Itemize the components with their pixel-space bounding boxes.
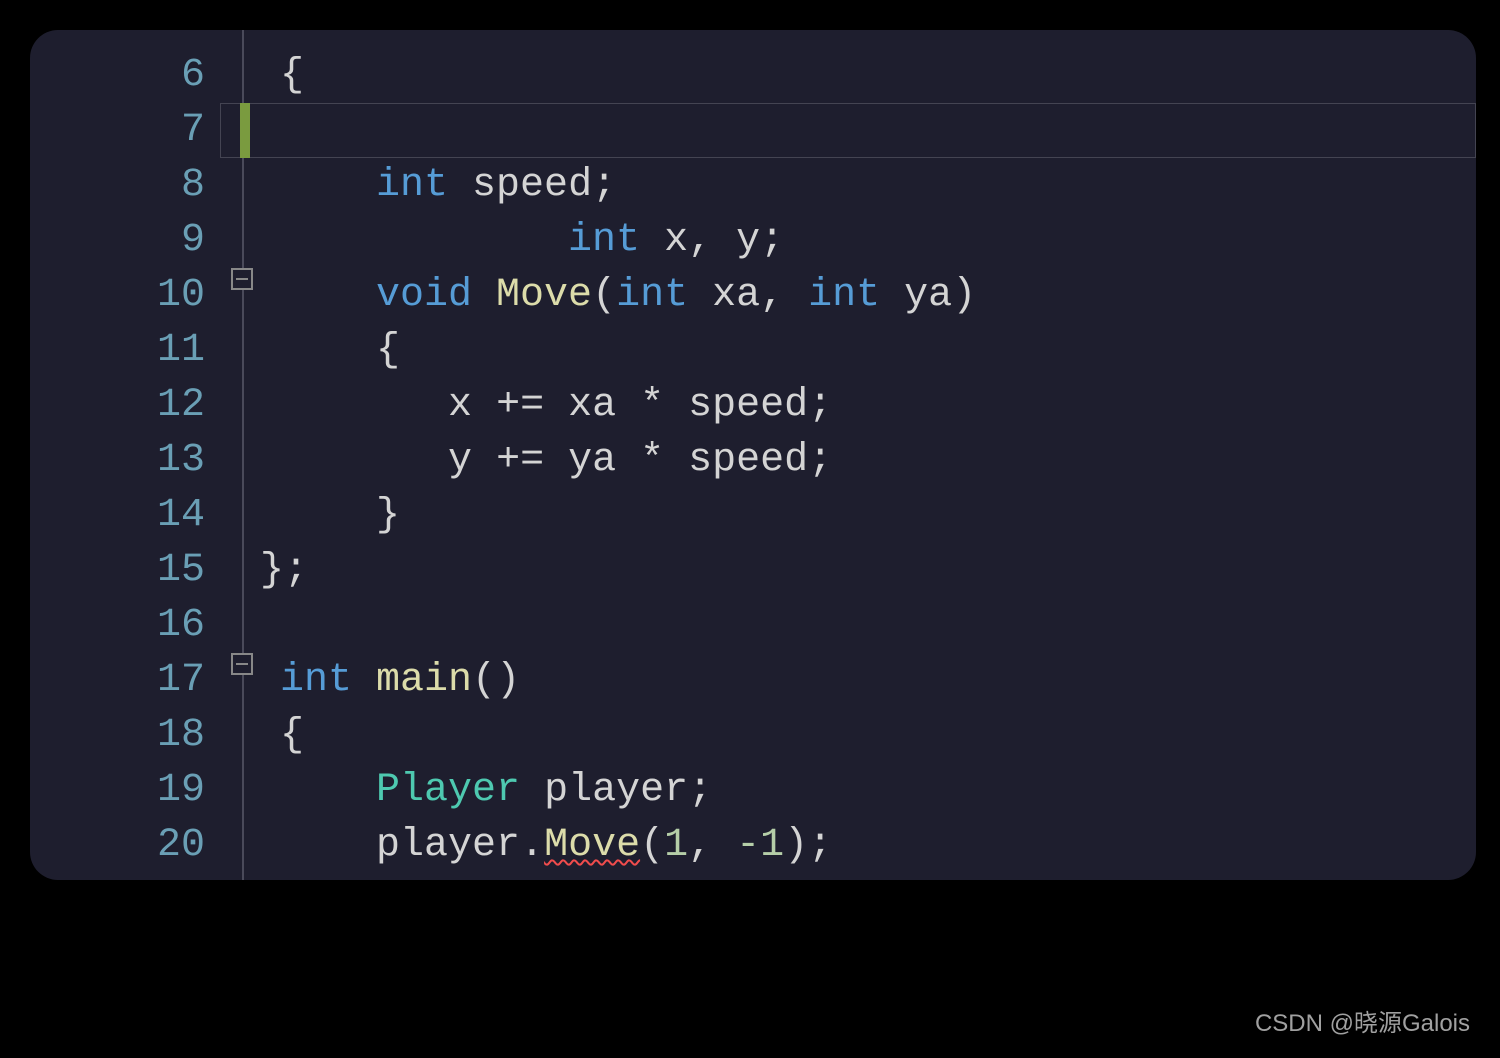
line-number: 6	[30, 48, 205, 103]
line-number: 19	[30, 763, 205, 818]
code-line[interactable]: };	[280, 543, 1476, 598]
code-line[interactable]: Player player;	[280, 763, 1476, 818]
code-line[interactable]: y += ya * speed;	[280, 433, 1476, 488]
line-number: 20	[30, 818, 205, 873]
line-number: 10	[30, 268, 205, 323]
code-line[interactable]: void Move(int xa, int ya)	[280, 268, 1476, 323]
code-line[interactable]: x += xa * speed;	[280, 378, 1476, 433]
line-number-gutter: 6 7 8 9 10 11 12 13 14 15 16 17 18 19 20	[30, 30, 230, 880]
line-number: 11	[30, 323, 205, 378]
line-number: 13	[30, 433, 205, 488]
modified-indicator	[240, 103, 250, 158]
error-squiggle: Move	[544, 823, 640, 868]
code-line[interactable]: int main()	[280, 653, 1476, 708]
code-line[interactable]: {	[280, 48, 1476, 103]
code-line[interactable]: int speed;	[280, 158, 1476, 213]
line-number: 9	[30, 213, 205, 268]
line-number: 18	[30, 708, 205, 763]
line-number: 17	[30, 653, 205, 708]
code-line[interactable]	[280, 598, 1476, 653]
current-line-highlight	[220, 103, 1476, 158]
code-area[interactable]: { int x, y; int speed; void Move(int xa,…	[280, 30, 1476, 880]
line-number: 12	[30, 378, 205, 433]
code-line[interactable]: }	[280, 488, 1476, 543]
fold-toggle-icon[interactable]	[231, 268, 253, 290]
line-number: 15	[30, 543, 205, 598]
code-line[interactable]: {	[280, 323, 1476, 378]
code-editor[interactable]: 6 7 8 9 10 11 12 13 14 15 16 17 18 19 20…	[30, 30, 1476, 880]
code-line[interactable]	[280, 213, 1476, 268]
code-line[interactable]: player.Move(1, -1);	[280, 818, 1476, 873]
fold-toggle-icon[interactable]	[231, 653, 253, 675]
line-number: 14	[30, 488, 205, 543]
code-line[interactable]: {	[280, 708, 1476, 763]
line-number: 7	[30, 103, 205, 158]
code-line-active[interactable]: int x, y;	[280, 103, 1476, 158]
line-number: 8	[30, 158, 205, 213]
line-number: 16	[30, 598, 205, 653]
watermark: CSDN @晓源Galois	[1255, 1003, 1470, 1038]
